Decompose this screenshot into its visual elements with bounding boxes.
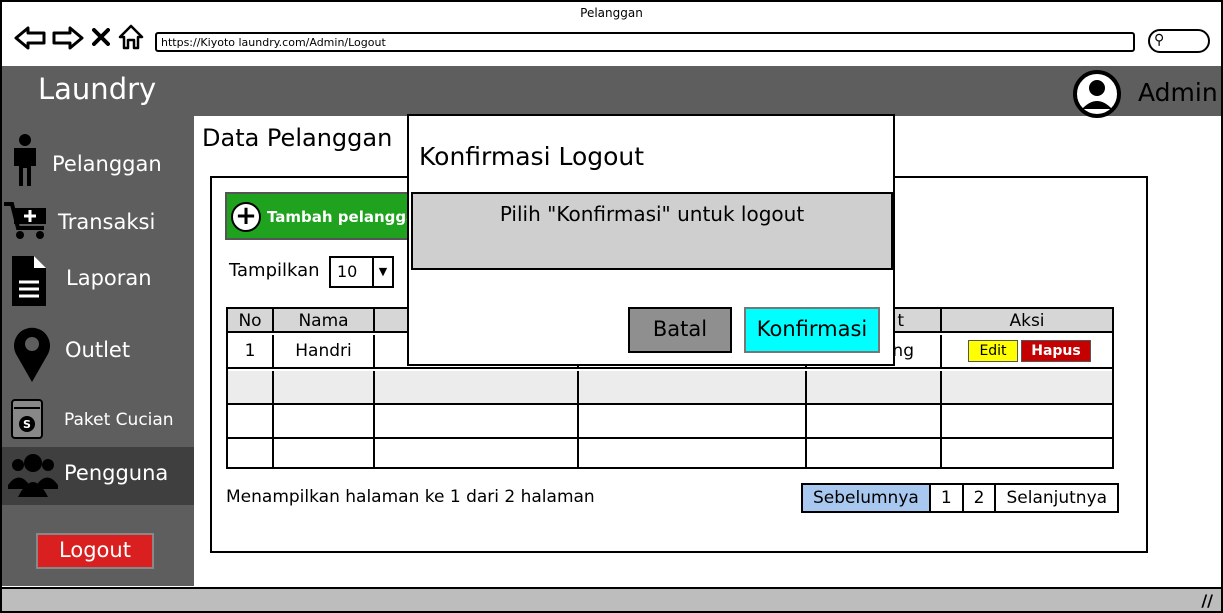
sidebar-item-label: Laporan — [66, 266, 152, 290]
table-row — [228, 371, 1112, 405]
cell-empty — [375, 405, 579, 437]
url-bar[interactable]: https://Kiyoto laundry.com/Admin/Logout — [155, 32, 1135, 52]
avatar-icon[interactable] — [1072, 69, 1122, 119]
cart-icon — [4, 202, 46, 239]
window-title: Pelanggan — [580, 6, 643, 20]
cell-empty — [375, 439, 579, 467]
search-icon: ⚲ — [1154, 32, 1165, 48]
pagination-next-button[interactable]: Selanjutnya — [996, 485, 1118, 511]
plus-icon: + — [231, 202, 261, 232]
table-row — [228, 405, 1112, 439]
sidebar-item-label: Pelanggan — [52, 152, 162, 176]
cell-empty — [274, 405, 375, 437]
map-pin-icon — [14, 327, 50, 382]
sidebar-item-label: Transaksi — [58, 210, 156, 234]
add-customer-button[interactable]: + Tambah pelanggan — [225, 192, 420, 240]
home-icon[interactable] — [118, 24, 144, 50]
resize-grip-icon[interactable]: // — [1201, 591, 1213, 610]
svg-text:S: S — [23, 418, 31, 431]
delete-button[interactable]: Hapus — [1021, 340, 1091, 362]
sidebar-item-label: Pengguna — [64, 461, 169, 485]
sidebar-item-laporan[interactable]: Laporan — [2, 252, 194, 312]
page-title: Data Pelanggan — [202, 124, 393, 152]
cell-empty — [807, 439, 942, 467]
cancel-button[interactable]: Batal — [628, 307, 732, 353]
show-entries-select[interactable]: 10 ▼ — [329, 256, 394, 288]
cell-empty — [807, 371, 942, 403]
sidebar-item-pengguna[interactable]: Pengguna — [2, 447, 194, 505]
pagination-prev-button[interactable]: Sebelumnya — [803, 485, 931, 511]
cell-empty — [228, 439, 274, 467]
cell-empty — [579, 405, 807, 437]
sidebar-item-paket-cucian[interactable]: S Paket Cucian — [2, 394, 194, 442]
status-bar: // — [2, 587, 1221, 611]
dialog-body: Pilih "Konfirmasi" untuk logout — [411, 192, 893, 270]
cell-no: 1 — [228, 335, 274, 367]
cell-empty — [375, 371, 579, 403]
confirm-button[interactable]: Konfirmasi — [744, 307, 880, 353]
dialog-title: Konfirmasi Logout — [419, 142, 645, 171]
add-customer-label: Tambah pelanggan — [267, 208, 420, 226]
cell-empty — [579, 371, 807, 403]
app-header — [2, 66, 1221, 116]
wallet-icon: S — [11, 399, 43, 439]
sidebar-item-transaksi[interactable]: Transaksi — [2, 196, 194, 244]
document-icon — [12, 256, 46, 306]
browser-search-box[interactable]: ⚲ — [1148, 29, 1210, 53]
pagination: Sebelumnya 1 2 Selanjutnya — [801, 483, 1120, 513]
cell-empty — [228, 405, 274, 437]
column-header-nama: Nama — [274, 309, 375, 331]
sidebar-item-label: Paket Cucian — [64, 410, 174, 430]
cell-nama: Handri — [274, 335, 375, 367]
pagination-page-1[interactable]: 1 — [930, 485, 964, 511]
sidebar-item-outlet[interactable]: Outlet — [2, 320, 194, 382]
cell-empty — [274, 371, 375, 403]
column-header-aksi: Aksi — [1009, 311, 1045, 331]
close-icon[interactable] — [92, 28, 110, 46]
user-name[interactable]: Admin — [1138, 78, 1218, 107]
column-header-no: No — [228, 309, 274, 331]
sidebar-item-label: Outlet — [65, 338, 131, 362]
show-entries-label: Tampilkan — [229, 260, 320, 281]
chevron-down-icon: ▼ — [372, 258, 392, 286]
table-row — [228, 439, 1112, 467]
cell-empty — [228, 371, 274, 403]
logout-button[interactable]: Logout — [36, 533, 154, 569]
forward-icon[interactable] — [52, 26, 84, 50]
edit-button[interactable]: Edit — [968, 340, 1018, 362]
cell-empty — [807, 405, 942, 437]
person-icon — [14, 134, 36, 186]
pagination-page-2[interactable]: 2 — [963, 485, 997, 511]
page-info: Menampilkan halaman ke 1 dari 2 halaman — [226, 487, 595, 507]
cell-empty — [274, 439, 375, 467]
cell-empty — [579, 439, 807, 467]
sidebar-item-pelanggan[interactable]: Pelanggan — [2, 130, 194, 190]
show-entries-value: 10 — [337, 262, 358, 281]
dialog-message: Pilih "Konfirmasi" untuk logout — [499, 202, 805, 226]
back-icon[interactable] — [14, 26, 46, 50]
logout-confirm-dialog: Konfirmasi Logout Pilih "Konfirmasi" unt… — [407, 114, 895, 366]
users-icon — [8, 454, 58, 497]
brand-logo: Laundry — [38, 72, 157, 106]
